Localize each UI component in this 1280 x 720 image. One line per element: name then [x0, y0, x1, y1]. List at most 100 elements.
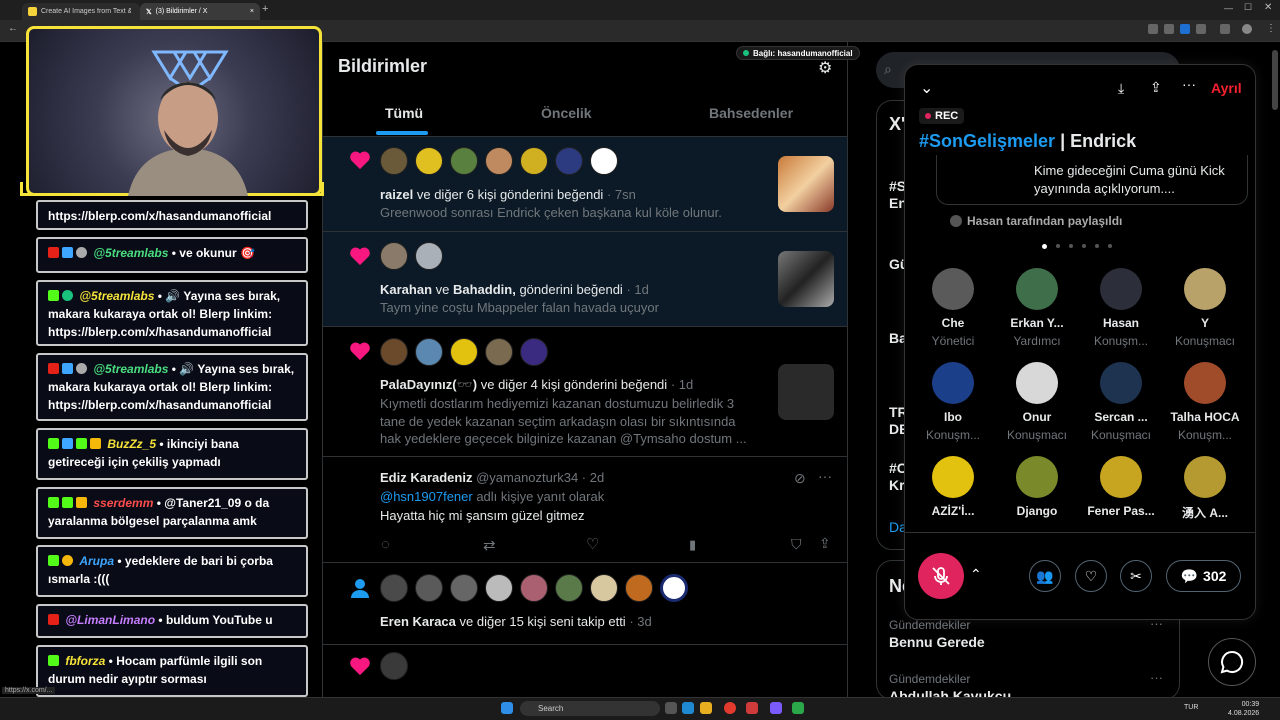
- share-icon[interactable]: ⇪: [1150, 79, 1162, 96]
- dot[interactable]: [1095, 244, 1099, 248]
- participant-avatar[interactable]: [1100, 456, 1142, 498]
- mic-muted-button[interactable]: [918, 553, 964, 599]
- avatar[interactable]: [660, 574, 688, 602]
- react-button[interactable]: ♡: [1075, 560, 1107, 592]
- language-indicator[interactable]: TUR: [1184, 704, 1198, 711]
- maximize-icon[interactable]: ☐: [1244, 2, 1252, 13]
- app-icon[interactable]: [746, 702, 758, 714]
- tab-priority[interactable]: Öncelik: [541, 105, 592, 121]
- clock[interactable]: 00:39 4.08.2026: [1228, 700, 1259, 718]
- extensions-puzzle-icon[interactable]: [1220, 24, 1230, 34]
- task-view-icon[interactable]: [665, 702, 677, 714]
- comments-button[interactable]: 💬 302: [1166, 560, 1241, 592]
- avatar[interactable]: [450, 574, 478, 602]
- bookmark-icon[interactable]: ⛉: [791, 536, 802, 553]
- post-thumbnail[interactable]: [778, 156, 834, 212]
- dot[interactable]: [1108, 244, 1112, 248]
- participant-name[interactable]: Hasan: [1078, 316, 1164, 330]
- reply-icon[interactable]: ◌: [381, 536, 390, 553]
- messages-fab[interactable]: [1208, 638, 1256, 686]
- browser-menu-icon[interactable]: ⋮: [1266, 23, 1276, 34]
- avatar[interactable]: [520, 147, 548, 175]
- avatar[interactable]: [415, 147, 443, 175]
- more-options-icon[interactable]: ···: [1150, 670, 1163, 685]
- participant-name[interactable]: Ibo: [910, 410, 996, 424]
- avatar[interactable]: [485, 147, 513, 175]
- chevron-down-icon[interactable]: ⌄: [920, 78, 933, 98]
- edge-icon[interactable]: [682, 702, 694, 714]
- minimize-dock-icon[interactable]: ⤓: [1118, 80, 1124, 97]
- browser-tab-ai-images[interactable]: Create AI Images from Text & I: [22, 3, 140, 20]
- dot[interactable]: [1069, 244, 1073, 248]
- extension-icon[interactable]: [1148, 24, 1158, 34]
- notification-user[interactable]: Karahan: [380, 282, 432, 297]
- dot[interactable]: [1042, 244, 1047, 249]
- avatar[interactable]: [520, 574, 548, 602]
- windows-start-icon[interactable]: [501, 702, 513, 714]
- participant-name[interactable]: AZİZ'İ...: [910, 504, 996, 518]
- reply-author-handle[interactable]: @yamanozturk34 · 2d: [476, 470, 604, 485]
- avatar[interactable]: [415, 242, 443, 270]
- carousel-dots[interactable]: [1042, 244, 1112, 249]
- avatar[interactable]: [380, 652, 408, 680]
- participant-name[interactable]: Onur: [994, 410, 1080, 424]
- app-icon[interactable]: [770, 702, 782, 714]
- participant-name[interactable]: Sercan ...: [1078, 410, 1164, 424]
- grok-icon[interactable]: ⊘: [794, 470, 806, 487]
- post-thumbnail[interactable]: [778, 251, 834, 307]
- notification-user[interactable]: Bahaddin,: [453, 282, 516, 297]
- avatar[interactable]: [520, 338, 548, 366]
- taskbar-search[interactable]: Search: [520, 701, 660, 716]
- more-options-icon[interactable]: ···: [1182, 76, 1196, 92]
- views-icon[interactable]: ▮: [689, 537, 696, 553]
- reply-context-mention[interactable]: @hsn1907fener: [380, 489, 473, 504]
- participant-name[interactable]: Django: [994, 504, 1080, 518]
- participant-name[interactable]: Y: [1162, 316, 1248, 330]
- zoom-icon[interactable]: [1164, 24, 1174, 34]
- avatar[interactable]: [380, 574, 408, 602]
- avatar[interactable]: [590, 574, 618, 602]
- close-window-icon[interactable]: ✕: [1264, 2, 1272, 13]
- share-icon[interactable]: ⇪: [819, 535, 831, 552]
- avatar[interactable]: [590, 147, 618, 175]
- notification-user[interactable]: raizel: [380, 187, 413, 202]
- avatar[interactable]: [380, 242, 408, 270]
- participant-avatar[interactable]: [1184, 456, 1226, 498]
- tab-all[interactable]: Tümü: [385, 105, 423, 121]
- avatar[interactable]: [625, 574, 653, 602]
- avatar[interactable]: [415, 338, 443, 366]
- back-icon[interactable]: ←: [8, 23, 18, 34]
- bookmark-star-icon[interactable]: [1196, 24, 1206, 34]
- notification-user[interactable]: Eren Karaca: [380, 614, 456, 629]
- space-hashtag[interactable]: #SonGelişmeler: [919, 131, 1055, 151]
- notification-user[interactable]: PalaDayınız(🕶️): [380, 377, 477, 392]
- browser-tab-notifications[interactable]: 𝕏 (3) Bildirimler / X ×: [140, 3, 260, 20]
- participant-name[interactable]: Erkan Y...: [994, 316, 1080, 330]
- participant-avatar[interactable]: [1016, 456, 1058, 498]
- profile-avatar[interactable]: [1242, 24, 1252, 34]
- chevron-up-icon[interactable]: ⌃: [970, 566, 982, 583]
- settings-gear-icon[interactable]: ⚙: [818, 58, 832, 78]
- tab-mentions[interactable]: Bahsedenler: [709, 105, 793, 121]
- participant-avatar[interactable]: [1184, 268, 1226, 310]
- dot[interactable]: [1056, 244, 1060, 248]
- post-thumbnail[interactable]: [778, 364, 834, 420]
- participant-avatar[interactable]: [1184, 362, 1226, 404]
- more-options-icon[interactable]: ···: [818, 468, 832, 484]
- leave-button[interactable]: Ayrıl: [1211, 80, 1242, 96]
- clip-button[interactable]: ✂: [1120, 560, 1152, 592]
- extension-icon[interactable]: [1180, 24, 1190, 34]
- avatar[interactable]: [555, 147, 583, 175]
- minimize-icon[interactable]: —: [1224, 3, 1233, 13]
- retweet-icon[interactable]: ⇄: [483, 536, 496, 554]
- avatar[interactable]: [450, 338, 478, 366]
- new-tab-icon[interactable]: +: [262, 3, 268, 15]
- participant-avatar[interactable]: [1100, 268, 1142, 310]
- avatar[interactable]: [415, 574, 443, 602]
- participants-button[interactable]: 👥: [1029, 560, 1061, 592]
- like-icon[interactable]: ♡: [586, 535, 599, 553]
- avatar[interactable]: [485, 338, 513, 366]
- participant-name[interactable]: Talha HOCA: [1162, 410, 1248, 424]
- reply-author-name[interactable]: Ediz Karadeniz: [380, 470, 472, 485]
- participant-avatar[interactable]: [932, 456, 974, 498]
